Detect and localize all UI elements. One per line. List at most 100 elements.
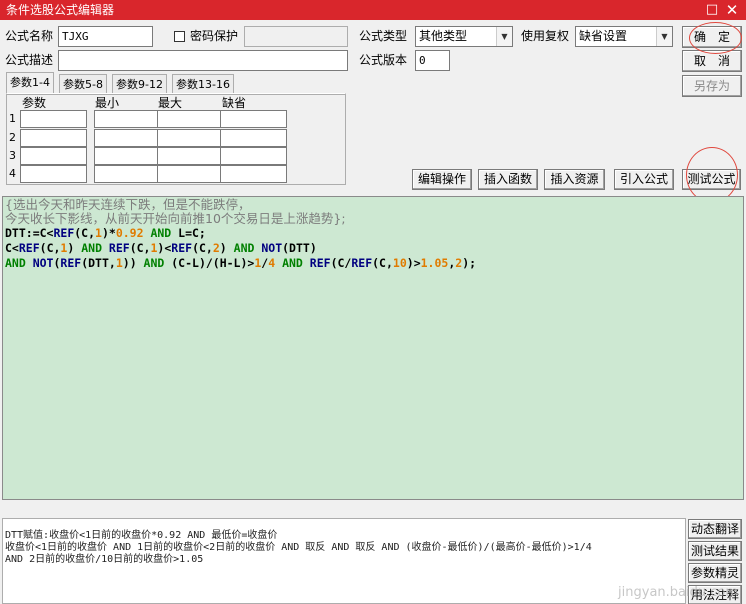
- code-token: REF: [171, 241, 193, 255]
- param-4-default[interactable]: [220, 165, 287, 183]
- tab-params-9-12[interactable]: 参数9-12: [112, 74, 167, 94]
- param-header-name: 参数: [22, 96, 47, 110]
- chevron-down-icon: ▼: [496, 27, 512, 46]
- restore-label: 使用复权: [521, 29, 570, 43]
- code-token: 10: [392, 256, 407, 270]
- editor-code: DTT:=C<REF(C,1)*0.92 AND L=C; C<REF(C,1) …: [5, 226, 741, 271]
- password-label: 密码保护: [190, 29, 239, 43]
- formula-version-input[interactable]: 0: [415, 50, 450, 71]
- code-token: AND: [226, 241, 262, 255]
- formula-version-label: 公式版本: [359, 53, 408, 67]
- formula-editor[interactable]: {选出今天和昨天连续下跌，但是不能跌停， 今天收长下影线，从前天开始向前推10个交…: [2, 196, 744, 500]
- tab-params-5-8[interactable]: 参数5-8: [59, 74, 107, 94]
- insert-resource-button[interactable]: 插入资源: [544, 169, 605, 190]
- code-token: (C,: [39, 241, 61, 255]
- param-3-default[interactable]: [220, 147, 287, 165]
- code-token: L=C;: [178, 226, 206, 240]
- code-token: );: [462, 256, 477, 270]
- editor-code-line: DTT:=C<REF(C,1)*0.92 AND L=C;: [5, 226, 741, 241]
- tab-params-13-16[interactable]: 参数13-16: [172, 74, 234, 94]
- formula-name-input[interactable]: TJXG: [58, 26, 153, 47]
- edit-ops-button[interactable]: 编辑操作: [412, 169, 472, 190]
- password-input: [244, 26, 348, 47]
- close-icon[interactable]: ✕: [722, 0, 742, 20]
- code-token: )*: [101, 226, 116, 240]
- restore-value: 缺省设置: [579, 29, 628, 43]
- formula-type-value: 其他类型: [419, 29, 468, 43]
- window-title: 条件选股公式编辑器: [6, 3, 115, 17]
- param-1-name[interactable]: [20, 110, 87, 128]
- code-token: REF: [309, 256, 331, 270]
- code-token: 1: [115, 256, 123, 270]
- translation-output: DTT赋值:收盘价<1日前的收盘价*0.92 AND 最低价=收盘价 收盘价<1日…: [2, 518, 686, 604]
- param-header-min: 最小: [95, 96, 120, 110]
- param-1-min[interactable]: [94, 110, 161, 128]
- output-line: 收盘价<1日前的收盘价 AND 1日前的收盘价<2日前的收盘价 AND 取反 A…: [5, 542, 592, 553]
- maximize-icon[interactable]: □: [702, 0, 722, 20]
- test-result-button[interactable]: 测试结果: [688, 541, 742, 561]
- title-bar: 条件选股公式编辑器 □ ✕: [0, 0, 746, 20]
- param-wizard-button[interactable]: 参数精灵: [688, 563, 742, 583]
- code-token: AND: [74, 241, 109, 255]
- code-token: DTT:=C<: [5, 226, 54, 240]
- code-token: REF: [108, 241, 130, 255]
- code-token: (C/: [330, 256, 352, 270]
- formula-desc-input[interactable]: [58, 50, 348, 71]
- param-2-default[interactable]: [220, 129, 287, 147]
- code-token: 1.05: [420, 256, 449, 270]
- tab-params-1-4[interactable]: 参数1-4: [6, 72, 54, 94]
- param-4-name[interactable]: [20, 165, 87, 183]
- param-3-name[interactable]: [20, 147, 87, 165]
- formula-type-select[interactable]: 其他类型 ▼: [415, 26, 513, 47]
- code-token: (C,: [74, 226, 96, 240]
- annotation-circle-ok: [689, 22, 742, 54]
- restore-select[interactable]: 缺省设置 ▼: [575, 26, 673, 47]
- code-token: NOT: [32, 256, 54, 270]
- param-row-number: 3: [9, 149, 16, 162]
- code-token: AND: [136, 256, 172, 270]
- insert-function-button[interactable]: 插入函数: [478, 169, 538, 190]
- code-token: 0.92: [115, 226, 144, 240]
- annotation-circle-test: [686, 147, 738, 203]
- code-token: (DTT,: [81, 256, 116, 270]
- code-token: ): [219, 241, 227, 255]
- editor-comment-line: {选出今天和昨天连续下跌，但是不能跌停，: [5, 197, 251, 212]
- formula-type-label: 公式类型: [359, 29, 408, 43]
- param-header-default: 缺省: [222, 96, 247, 110]
- code-token: REF: [18, 241, 40, 255]
- param-3-max[interactable]: [157, 147, 224, 165]
- param-2-min[interactable]: [94, 129, 161, 147]
- code-token: )>: [406, 256, 421, 270]
- param-1-max[interactable]: [157, 110, 224, 128]
- editor-code-line: AND NOT(REF(DTT,1)) AND (C-L)/(H-L)>1/4 …: [5, 256, 741, 271]
- param-row-number: 1: [9, 112, 16, 125]
- param-4-min[interactable]: [94, 165, 161, 183]
- code-token: AND: [143, 226, 179, 240]
- code-token: )): [122, 256, 137, 270]
- param-2-max[interactable]: [157, 129, 224, 147]
- param-header-max: 最大: [158, 96, 183, 110]
- watermark: jingyan.baidu.com: [618, 585, 738, 600]
- code-token: (C,: [372, 256, 393, 270]
- password-checkbox[interactable]: [174, 31, 185, 42]
- param-3-min[interactable]: [94, 147, 161, 165]
- import-formula-button[interactable]: 引入公式: [614, 169, 674, 190]
- editor-code-line: C<REF(C,1) AND REF(C,1)<REF(C,2) AND NOT…: [5, 241, 741, 256]
- code-token: 1: [95, 226, 102, 240]
- save-as-button[interactable]: 另存为: [682, 75, 742, 97]
- code-token: (C,: [129, 241, 151, 255]
- param-4-max[interactable]: [157, 165, 224, 183]
- param-row-number: 2: [9, 131, 16, 144]
- code-token: C<: [5, 241, 19, 255]
- param-1-default[interactable]: [220, 110, 287, 128]
- code-token: (DTT): [282, 241, 317, 255]
- param-2-name[interactable]: [20, 129, 87, 147]
- code-token: REF: [351, 256, 373, 270]
- code-token: (C,: [192, 241, 213, 255]
- dynamic-translate-button[interactable]: 动态翻译: [688, 519, 742, 539]
- code-token: REF: [60, 256, 82, 270]
- code-token: REF: [53, 226, 75, 240]
- code-token: AND: [275, 256, 310, 270]
- editor-comment-line: 今天收长下影线，从前天开始向前推10个交易日是上涨趋势};: [5, 211, 346, 226]
- code-token: )<: [157, 241, 172, 255]
